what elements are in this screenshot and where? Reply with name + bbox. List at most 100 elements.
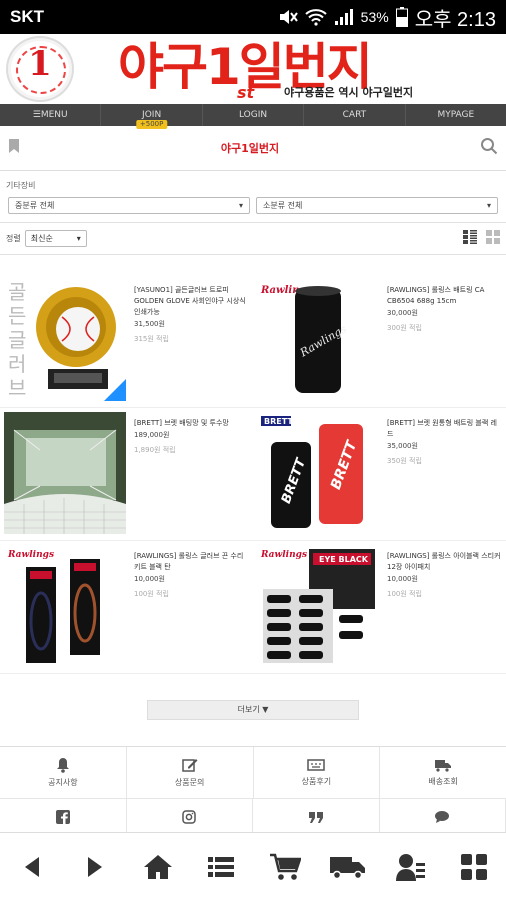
product-price: 10,000원 [387, 575, 418, 583]
footer-facebook[interactable] [0, 799, 127, 835]
search-icon[interactable] [480, 137, 498, 159]
member-profile-icon[interactable] [391, 847, 431, 887]
delivery-truck-icon[interactable] [328, 847, 368, 887]
category-medium-select[interactable]: 중분류 전체 ▾ [8, 197, 250, 214]
footer-inquiry-label: 상품문의 [174, 778, 205, 787]
sort-bar: 정렬 최신순 ▾ [0, 223, 506, 255]
product-points: 1,890원 적립 [134, 446, 176, 454]
svg-text:든: 든 [8, 304, 26, 328]
forward-arrow-icon[interactable] [75, 847, 115, 887]
product-thumbnail-trophy[interactable]: 골 든 글 러 브 [4, 279, 126, 401]
product-name[interactable]: [BRETT] 브렛 원통형 배트링 블랙 레드 [387, 418, 502, 440]
footer-review-label: 상품후기 [301, 777, 332, 786]
sort-select[interactable]: 최신순 ▾ [24, 230, 87, 247]
product-card[interactable]: Rawlings [RAWLINGS] 롤링스 글러브 끈 수리키트 블랙 탄 … [0, 541, 253, 673]
truck-icon [435, 760, 452, 772]
top-nav: ☰MENU JOIN +500P LOGIN CART MYPAGE [0, 104, 506, 129]
svg-text:Rawlings: Rawlings [260, 550, 307, 560]
product-thumbnail-net[interactable] [4, 412, 126, 534]
svg-text:BRETT: BRETT [264, 417, 293, 426]
caret-down-icon: ▾ [238, 201, 243, 210]
footer-links: 공지사항 상품문의 상품후기 배송조회 [0, 746, 506, 835]
footer-delivery[interactable]: 배송조회 [380, 747, 506, 798]
grid-menu-icon[interactable] [454, 847, 494, 887]
join-points-badge: +500P [135, 120, 168, 129]
site-banner[interactable]: 1 야구1일번지 st 야구용품은 역시 야구일번지 [0, 34, 506, 104]
carrier-name: SKT [10, 7, 44, 26]
quote-icon [308, 812, 323, 823]
footer-notice[interactable]: 공지사항 [0, 747, 127, 798]
product-thumbnail-brett[interactable]: BRETT BRETT BRETT [257, 412, 379, 534]
svg-text:Rawlings: Rawlings [7, 550, 54, 560]
load-more-button[interactable]: 더보기 ▼ [147, 700, 359, 720]
nav-login[interactable]: LOGIN [203, 104, 305, 126]
brand-superscript: st [237, 83, 255, 102]
nav-join[interactable]: JOIN +500P [101, 104, 203, 129]
product-card[interactable]: BRETT BRETT BRETT [BRETT] 브렛 원통형 배트링 블랙 … [253, 408, 506, 540]
nav-mypage[interactable]: MYPAGE [406, 104, 506, 126]
bookmark-icon[interactable] [8, 138, 20, 158]
footer-inquiry[interactable]: 상품문의 [127, 747, 254, 798]
battery-icon [395, 7, 408, 27]
sort-label: 정렬 [6, 234, 21, 243]
trophy-text-1: 골 [8, 280, 26, 304]
instagram-icon [182, 810, 196, 824]
sort-value: 최신순 [30, 234, 53, 243]
product-card[interactable]: 골 든 글 러 브 [YASUNO1] 골든글러브 트로피 GOLDEN GLO… [0, 275, 253, 407]
brand-slogan: 야구용품은 역시 야구일번지 [284, 86, 414, 99]
list-icon[interactable] [201, 847, 241, 887]
product-card[interactable]: Rawlings Rawlings [RAWLINGS] 롤링스 배트링 CA … [253, 275, 506, 407]
product-thumbnail-batweight[interactable]: Rawlings Rawlings [257, 279, 379, 401]
product-thumbnail-laces[interactable]: Rawlings [4, 545, 126, 667]
battery-percent: 53% [360, 9, 389, 25]
app-bottom-bar [0, 832, 506, 900]
footer-delivery-label: 배송조회 [428, 777, 458, 786]
product-thumbnail-eyeblack[interactable]: Rawlings EYE BLACK [257, 545, 379, 667]
breadcrumb: 기타장비 [6, 181, 36, 190]
nav-join-label: JOIN [142, 110, 162, 120]
product-name[interactable]: [RAWLINGS] 롤링스 글러브 끈 수리키트 블랙 탄 [134, 551, 249, 573]
product-price: 10,000원 [134, 575, 165, 583]
chat-bubble-icon [435, 811, 450, 823]
svg-text:글: 글 [8, 328, 26, 352]
category-medium-value: 중분류 전체 [15, 201, 55, 210]
category-small-value: 소분류 전체 [263, 201, 303, 210]
grid-view-icon[interactable] [486, 229, 500, 248]
svg-text:러: 러 [8, 352, 26, 376]
footer-chat[interactable] [380, 799, 506, 835]
keyboard-icon [307, 759, 326, 771]
product-name[interactable]: [BRETT] 브렛 배팅망 및 투수망 [134, 418, 249, 429]
product-points: 315원 적립 [134, 335, 169, 343]
list-view-icon[interactable] [463, 229, 477, 248]
footer-review[interactable]: 상품후기 [254, 747, 381, 798]
product-points: 300원 적립 [387, 324, 422, 332]
home-icon[interactable] [138, 847, 178, 887]
category-filters: 중분류 전체 ▾ 소분류 전체 ▾ [0, 195, 506, 223]
footer-instagram[interactable] [127, 799, 253, 835]
svg-text:EYE BLACK: EYE BLACK [319, 555, 369, 564]
mini-logo[interactable]: 야구1일번지 [221, 140, 279, 156]
clock: 오후 2:13 [414, 8, 496, 31]
bell-icon [56, 758, 69, 773]
product-price: 31,500원 [134, 320, 165, 328]
wifi-icon [305, 8, 327, 26]
mute-icon [278, 8, 298, 26]
footer-quote[interactable] [253, 799, 380, 835]
sub-header: 야구1일번지 [0, 126, 506, 171]
product-card[interactable]: Rawlings EYE BLACK [RAWLINGS] 롤링스 아이블랙 스… [253, 541, 506, 673]
product-card[interactable]: [BRETT] 브렛 배팅망 및 투수망 189,000원 1,890원 적립 [0, 408, 253, 540]
product-name[interactable]: [RAWLINGS] 롤링스 아이블랙 스티커 12장 아이패치 [387, 551, 502, 573]
caret-down-icon: ▾ [486, 201, 491, 210]
category-small-select[interactable]: 소분류 전체 ▾ [256, 197, 498, 214]
facebook-icon [55, 810, 70, 824]
product-points: 350원 적립 [387, 457, 422, 465]
back-arrow-icon[interactable] [12, 847, 52, 887]
status-bar: SKT 53% 오후 2:13 [0, 0, 506, 34]
nav-menu[interactable]: ☰MENU [0, 104, 102, 126]
cart-icon[interactable] [265, 847, 305, 887]
product-price: 30,000원 [387, 309, 418, 317]
product-name[interactable]: [YASUNO1] 골든글러브 트로피 GOLDEN GLOVE 사회인야구 시… [134, 285, 249, 318]
nav-cart[interactable]: CART [304, 104, 406, 126]
footer-notice-label: 공지사항 [48, 778, 78, 787]
product-name[interactable]: [RAWLINGS] 롤링스 배트링 CA CB6504 688g 15cm [387, 285, 502, 307]
